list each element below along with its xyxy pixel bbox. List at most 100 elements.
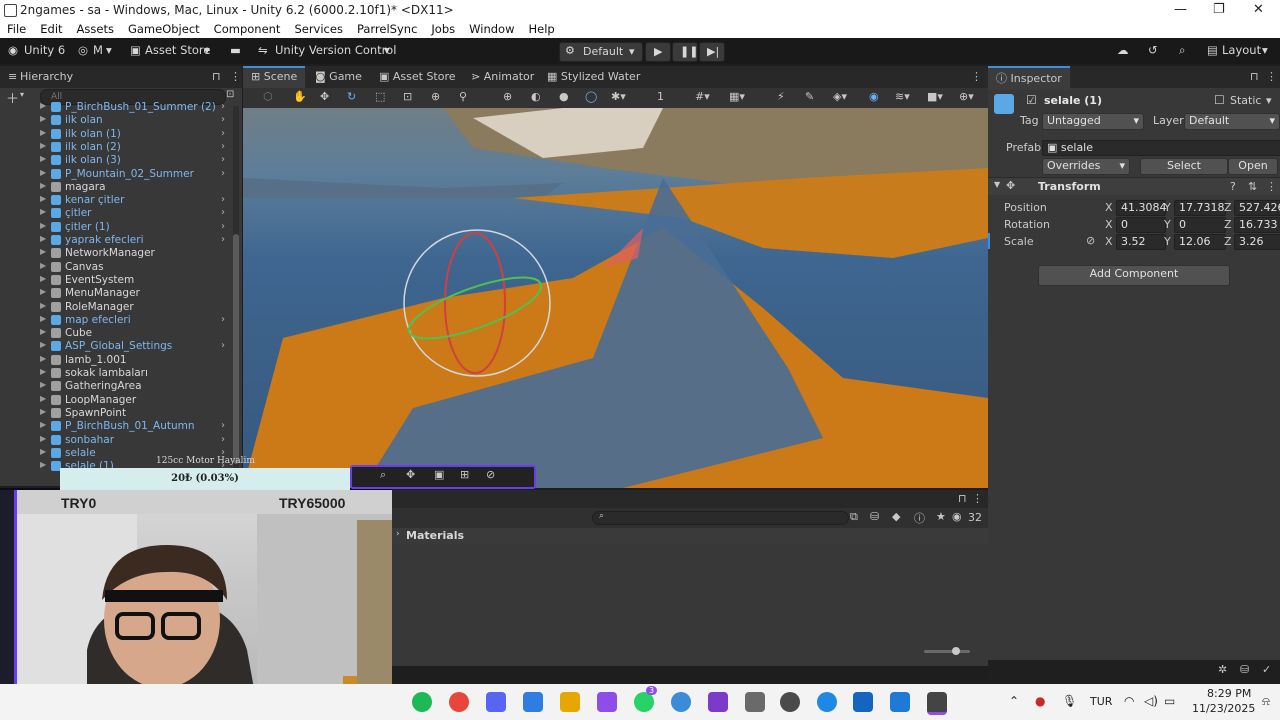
tab-animator[interactable]: ⋗ Animator xyxy=(471,70,534,83)
chevron-right-icon[interactable]: › xyxy=(221,168,225,179)
chevron-right-icon[interactable]: › xyxy=(221,221,225,232)
minimize-button[interactable]: — xyxy=(1174,2,1187,17)
maximize-button[interactable]: ❐ xyxy=(1213,2,1225,17)
tools-icon[interactable]: ✎ xyxy=(805,90,814,103)
no-entry-icon[interactable]: ⊘ xyxy=(486,468,495,481)
account-button[interactable]: M xyxy=(93,43,103,57)
menu-assets[interactable]: Assets xyxy=(77,20,114,36)
zoom-slider-handle[interactable] xyxy=(952,647,960,655)
label-icon[interactable]: ◆ xyxy=(892,510,900,523)
expand-arrow-icon[interactable]: ▶ xyxy=(40,340,46,349)
kebab-menu-icon[interactable]: ⋮ xyxy=(972,492,983,505)
shading-icon[interactable]: ● xyxy=(559,90,569,103)
rotation-y-field[interactable]: 0 xyxy=(1174,217,1226,233)
chevron-down-icon[interactable]: ▾ xyxy=(204,43,210,57)
expand-arrow-icon[interactable]: ▶ xyxy=(40,367,46,376)
move-icon[interactable]: ✥ xyxy=(406,468,415,481)
hierarchy-item[interactable]: ▶ LoopManager xyxy=(0,394,232,407)
chrome-profile-icon[interactable] xyxy=(671,692,691,712)
hierarchy-item[interactable]: ▶ P_Mountain_02_Summer › xyxy=(0,168,232,181)
expand-arrow-icon[interactable]: ▶ xyxy=(40,314,46,323)
layer-dropdown[interactable]: Default ▾ xyxy=(1184,113,1280,130)
menu-file[interactable]: File xyxy=(7,20,26,36)
hierarchy-item[interactable]: ▶ MenuManager xyxy=(0,287,232,300)
transform-header[interactable]: ▼ ✥ Transform ? ⇅ ⋮ xyxy=(988,177,1280,195)
menu-help[interactable]: Help xyxy=(528,20,554,36)
visibility-icon[interactable]: ◉ xyxy=(869,90,879,103)
cloud-icon[interactable]: ▬ xyxy=(230,43,241,57)
notification-icon[interactable]: ⍾ xyxy=(1262,694,1270,709)
hierarchy-item[interactable]: ▶ SpawnPoint xyxy=(0,407,232,420)
chevron-down-icon[interactable]: ▾ xyxy=(106,43,112,57)
wifi-icon[interactable]: ◠ xyxy=(1124,694,1134,708)
hand-tool-icon[interactable]: ✋ xyxy=(293,90,307,103)
hierarchy-scrollbar[interactable] xyxy=(233,106,239,486)
expand-arrow-icon[interactable]: ▶ xyxy=(40,114,46,123)
menu-services[interactable]: Services xyxy=(294,20,343,36)
app-icon[interactable] xyxy=(523,692,543,712)
position-x-field[interactable]: 41.3084 xyxy=(1116,200,1167,216)
expand-arrow-icon[interactable]: ▶ xyxy=(40,128,46,137)
history-icon[interactable]: ↺ xyxy=(1148,43,1158,57)
hierarchy-item[interactable]: ▶ ilk olan (2) › xyxy=(0,141,232,154)
obsidian-icon[interactable] xyxy=(597,692,617,712)
expand-arrow-icon[interactable]: ▶ xyxy=(40,221,46,230)
lock-icon[interactable]: ⊓ xyxy=(1250,70,1259,83)
chevron-right-icon[interactable]: › xyxy=(221,234,225,245)
debug-icon[interactable]: ✲ xyxy=(1218,663,1227,676)
chevron-down-icon[interactable]: ▾ xyxy=(384,43,390,57)
lighting-icon[interactable]: ◯ xyxy=(585,90,597,103)
vscode-icon[interactable] xyxy=(890,692,910,712)
expand-arrow-icon[interactable]: ▶ xyxy=(40,394,46,403)
chevron-right-icon[interactable]: › xyxy=(221,194,225,205)
zoom-icon[interactable]: ⌕ xyxy=(380,468,386,482)
hierarchy-item[interactable]: ▶ magara xyxy=(0,181,232,194)
kebab-menu-icon[interactable]: ⋮ xyxy=(230,70,241,83)
camera-icon[interactable]: ▣ xyxy=(434,468,444,481)
camera-icon[interactable]: ■▾ xyxy=(927,90,943,103)
menu-edit[interactable]: Edit xyxy=(40,20,62,36)
hierarchy-item[interactable]: ▶ kenar çitler › xyxy=(0,194,232,207)
chevron-down-icon[interactable]: ▾ xyxy=(1262,43,1268,57)
chevron-down-icon[interactable]: ▾ xyxy=(20,90,24,99)
unity-editor-icon[interactable] xyxy=(927,692,947,715)
grid-size-value[interactable]: 1 xyxy=(657,90,664,103)
expand-arrow-icon[interactable]: ▶ xyxy=(40,181,46,190)
favorite-icon[interactable]: ★ xyxy=(936,510,946,523)
menu-jobs[interactable]: Jobs xyxy=(431,20,455,36)
expand-arrow-icon[interactable]: ▶ xyxy=(40,261,46,270)
step-button[interactable]: ▶| xyxy=(699,42,725,62)
expand-arrow-icon[interactable]: ▶ xyxy=(40,247,46,256)
build-profile-dropdown[interactable]: ⚙ Default ▾ xyxy=(559,42,643,62)
menu-window[interactable]: Window xyxy=(469,20,514,36)
expand-arrow-icon[interactable]: ▶ xyxy=(40,420,46,429)
tab-game[interactable]: ◙ Game xyxy=(315,70,362,83)
expand-arrow-icon[interactable]: ▶ xyxy=(40,154,46,163)
notes-icon[interactable] xyxy=(560,692,580,712)
expand-arrow-icon[interactable]: ▶ xyxy=(40,354,46,363)
expand-arrow-icon[interactable]: ▶ xyxy=(40,194,46,203)
expand-arrow-icon[interactable]: ▶ xyxy=(40,287,46,296)
scale-z-field[interactable]: 3.26 xyxy=(1234,234,1280,250)
hierarchy-item[interactable]: ▶ map efecleri › xyxy=(0,314,232,327)
kebab-menu-icon[interactable]: ⋮ xyxy=(971,70,982,83)
hierarchy-item[interactable]: ▶ sonbahar › xyxy=(0,434,232,447)
language-indicator[interactable]: TUR xyxy=(1090,695,1112,708)
rect-tool-icon[interactable]: ⊡ xyxy=(403,90,412,103)
prefab-asset-field[interactable]: ▣ selale xyxy=(1042,140,1280,156)
screenshot-icon[interactable]: ⊞ xyxy=(460,468,469,481)
hierarchy-item[interactable]: ▶ RoleManager xyxy=(0,301,232,314)
hierarchy-item[interactable]: ▶ ilk olan (3) › xyxy=(0,154,232,167)
cloud-services-icon[interactable]: ☁ xyxy=(1117,43,1129,57)
hierarchy-item[interactable]: ▶ EventSystem xyxy=(0,274,232,287)
search-by-type-icon[interactable]: ⛁ xyxy=(870,510,879,523)
expand-arrow-icon[interactable]: ▶ xyxy=(40,407,46,416)
hide-icon[interactable]: ⚡ xyxy=(777,90,785,103)
defender-icon[interactable] xyxy=(853,692,873,712)
add-component-button[interactable]: Add Component xyxy=(1038,265,1230,286)
browser-icon[interactable] xyxy=(817,692,837,712)
cache-icon[interactable]: ⛁ xyxy=(1240,663,1249,676)
gizmos-icon[interactable]: ⊕▾ xyxy=(959,90,974,103)
chevron-right-icon[interactable]: › xyxy=(221,101,225,112)
search-icon[interactable]: ⌕ xyxy=(1179,43,1185,58)
